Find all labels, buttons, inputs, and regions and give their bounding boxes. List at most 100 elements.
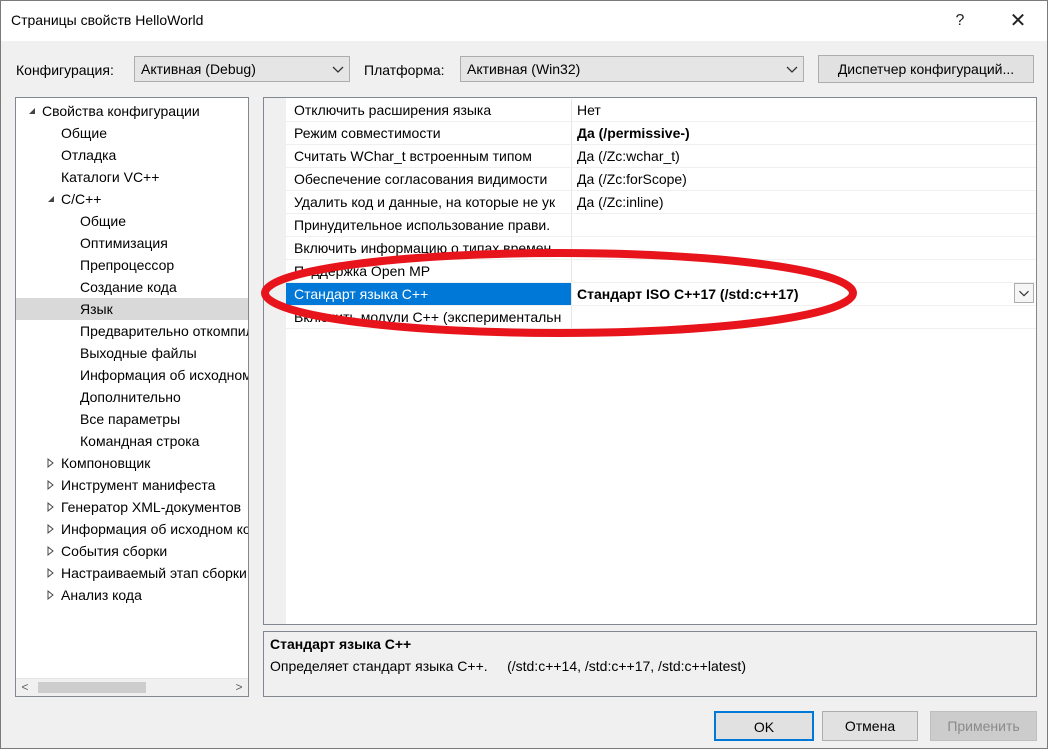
property-row[interactable]: Считать WChar_t встроенным типом Да (/Zc:… [286,145,1036,168]
tree-item[interactable]: Общие [16,210,248,232]
tree-item-label: Компоновщик [61,455,151,471]
description-text: Определяет стандарт языка C++. (/std:c++… [270,658,746,674]
tree-item[interactable]: Предварительно откомпилированные заголов… [16,320,248,342]
tree-item-label: Выходные файлы [80,345,197,361]
property-name: Отключить расширения языка [286,99,572,121]
description-title: Стандарт языка C++ [270,636,412,652]
property-tree: Свойства конфигурации Общие Отладка Каталог… [15,97,249,697]
grid-margin [264,98,286,624]
tree-horizontal-scrollbar[interactable]: < > [16,678,248,696]
tree-item-label: Общие [80,213,127,229]
property-grid: Отключить расширения языка Нет Режим совме… [263,97,1037,625]
tree-item-label: Все параметры [80,411,181,427]
property-value[interactable]: Да (/Zc:forScope) [573,168,1036,190]
ok-button[interactable]: OK [714,711,814,741]
tree-item-label: Командная строка [80,433,200,449]
tree-item-label: Настраиваемый этап сборки [61,565,247,581]
property-name: Считать WChar_t встроенным типом [286,145,572,167]
tree-item[interactable]: Анализ кода [16,584,248,606]
tree-item-label: Генератор XML-документов [61,499,242,515]
property-row[interactable]: Удалить код и данные, на которые не ук Да… [286,191,1036,214]
window-title: Страницы свойств HelloWorld [11,12,204,28]
collapsed-triangle-icon[interactable] [45,518,57,540]
property-value[interactable] [573,306,1036,328]
scrollbar-thumb[interactable] [38,682,146,693]
collapsed-triangle-icon[interactable] [45,452,57,474]
configuration-manager-button[interactable]: Диспетчер конфигураций... [818,55,1034,83]
collapsed-triangle-icon[interactable] [45,496,57,518]
property-value[interactable]: Да (/Zc:wchar_t) [573,145,1036,167]
property-value[interactable]: Стандарт ISO C++17 (/std:c++17) [573,283,1036,305]
tree-item[interactable]: Язык [16,298,248,320]
property-name: Включить модули C++ (экспериментальн [286,306,572,328]
tree-item-label: Анализ кода [61,587,142,603]
tree-item-label: Создание кода [80,279,177,295]
tree-item[interactable]: Информация об исходном коде [16,364,248,386]
platform-combobox[interactable]: Активная (Win32) [460,56,804,82]
tree-item-label: Общие [61,125,108,141]
property-name: Удалить код и данные, на которые не ук [286,191,572,213]
chevron-down-icon [786,66,798,73]
property-row[interactable]: Стандарт языка C++ Стандарт ISO C++17 (/s… [286,283,1036,306]
tree-item[interactable]: Оптимизация [16,232,248,254]
property-name: Обеспечение согласования видимости [286,168,572,190]
help-button[interactable]: ? [937,1,983,41]
apply-button[interactable]: Применить [930,711,1037,741]
scroll-right-button[interactable]: > [230,679,248,696]
property-name: Поддержка Open MP [286,260,572,282]
expanded-triangle-icon[interactable] [26,100,38,122]
tree-item[interactable]: Препроцессор [16,254,248,276]
collapsed-triangle-icon[interactable] [45,584,57,606]
tree-item-label: Отладка [61,147,117,163]
dropdown-chevron-icon[interactable] [1014,283,1034,303]
property-value[interactable] [573,237,1036,259]
property-row[interactable]: Включить модули C++ (экспериментальн [286,306,1036,329]
property-row[interactable]: Принудительное использование прави. [286,214,1036,237]
property-value[interactable] [573,260,1036,282]
expanded-triangle-icon[interactable] [45,188,57,210]
scroll-left-button[interactable]: < [16,679,34,696]
property-row[interactable]: Отключить расширения языка Нет [286,99,1036,122]
description-panel: Стандарт языка C++ Определяет стандарт я… [263,631,1037,697]
property-value[interactable]: Да (/permissive-) [573,122,1036,144]
tree-item[interactable]: Компоновщик [16,452,248,474]
tree-item[interactable]: Свойства конфигурации [16,100,248,122]
property-value[interactable] [573,214,1036,236]
tree-item[interactable]: Генератор XML-документов [16,496,248,518]
tree-item[interactable]: Инструмент манифеста [16,474,248,496]
tree-item[interactable]: C/C++ [16,188,248,210]
property-value[interactable]: Да (/Zc:inline) [573,191,1036,213]
cancel-button[interactable]: Отмена [822,711,918,741]
tree-item-label: Каталоги VC++ [61,169,160,185]
property-row[interactable]: Поддержка Open MP [286,260,1036,283]
tree-item[interactable]: Общие [16,122,248,144]
tree-item[interactable]: События сборки [16,540,248,562]
tree-item[interactable]: Настраиваемый этап сборки [16,562,248,584]
collapsed-triangle-icon[interactable] [45,474,57,496]
tree-item-label: Препроцессор [80,257,175,273]
property-row[interactable]: Режим совместимости Да (/permissive-) [286,122,1036,145]
property-row[interactable]: Обеспечение согласования видимости Да (/Z… [286,168,1036,191]
tree-item[interactable]: Выходные файлы [16,342,248,364]
tree-item-label: События сборки [61,543,168,559]
tree-item[interactable]: Создание кода [16,276,248,298]
property-name: Режим совместимости [286,122,572,144]
collapsed-triangle-icon[interactable] [45,540,57,562]
tree-item[interactable]: Информация об исходном коде [16,518,248,540]
tree-item-label: C/C++ [61,191,102,207]
property-name: Стандарт языка C++ [286,283,572,305]
property-row[interactable]: Включить информацию о типах времен [286,237,1036,260]
tree-item-label: Инструмент манифеста [61,477,216,493]
collapsed-triangle-icon[interactable] [45,562,57,584]
tree-item[interactable]: Отладка [16,144,248,166]
configuration-combobox[interactable]: Активная (Debug) [134,56,350,82]
tree-item[interactable]: Дополнительно [16,386,248,408]
chevron-down-icon [332,66,344,73]
close-button[interactable]: ✕ [995,1,1041,41]
platform-label: Платформа: [364,62,445,78]
tree-item[interactable]: Командная строка [16,430,248,452]
property-value[interactable]: Нет [573,99,1036,121]
tree-item[interactable]: Все параметры [16,408,248,430]
configuration-value: Активная (Debug) [141,61,256,77]
tree-item[interactable]: Каталоги VC++ [16,166,248,188]
